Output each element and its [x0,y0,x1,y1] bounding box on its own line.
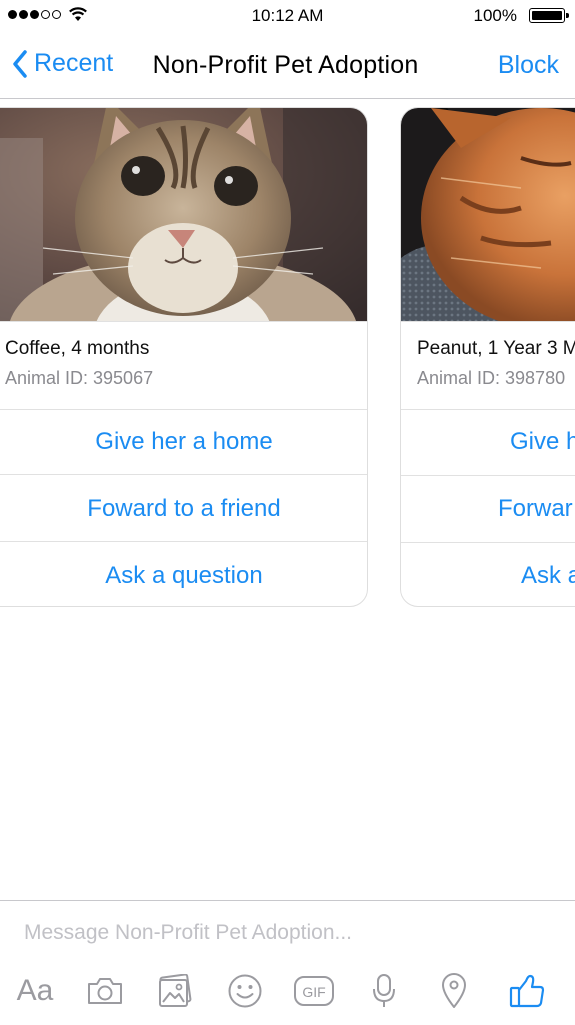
gif-icon[interactable]: GIF [292,971,336,1011]
pet-photo-orange-cat[interactable] [401,108,575,321]
pet-animal-id: Animal ID: 398780 [417,368,566,388]
composer-toolbar: Aa GIF [0,971,575,1011]
ask-question-button[interactable]: Ask a [401,543,575,606]
message-input[interactable]: Message Non-Profit Pet Adoption... [24,921,352,945]
forward-to-friend-button[interactable]: Foward to a friend [0,476,367,542]
message-composer: Message Non-Profit Pet Adoption... Aa GI… [0,900,575,1025]
pet-name: Peanut, 1 Year 3 M [417,338,575,359]
block-button[interactable]: Block [498,51,559,80]
page-title: Non-Profit Pet Adoption [152,51,419,79]
pet-info: Peanut, 1 Year 3 M Animal ID: 398780 [401,321,575,410]
navigation-bar: Recent Non-Profit Pet Adoption Block [0,32,575,99]
thumbs-up-icon[interactable] [506,971,548,1011]
forward-to-friend-button[interactable]: Forwar [401,476,575,543]
location-pin-icon[interactable] [436,971,472,1011]
photo-gallery-icon[interactable] [156,971,194,1011]
pet-name: Coffee, 4 months [5,338,150,359]
pet-carousel[interactable]: Coffee, 4 months Animal ID: 395067 Give … [0,107,575,612]
camera-icon[interactable] [85,971,125,1011]
emoji-icon[interactable] [225,971,265,1011]
microphone-icon[interactable] [366,971,402,1011]
pet-photo-kitten[interactable] [0,108,367,321]
battery-percentage: 100% [473,6,517,25]
pet-card-peanut: Peanut, 1 Year 3 M Animal ID: 398780 Giv… [400,107,575,607]
ask-question-button[interactable]: Ask a question [0,543,367,606]
battery-icon [529,8,569,23]
text-format-button[interactable]: Aa [14,971,56,1011]
status-bar: 10:12 AM 100% [0,0,575,32]
gif-label: GIF [302,984,325,1000]
pet-card-coffee: Coffee, 4 months Animal ID: 395067 Give … [0,107,368,607]
pet-info: Coffee, 4 months Animal ID: 395067 [0,321,367,410]
give-her-a-home-button[interactable]: Give her a home [0,409,367,475]
give-home-button[interactable]: Give h [401,409,575,476]
pet-animal-id: Animal ID: 395067 [5,368,154,388]
